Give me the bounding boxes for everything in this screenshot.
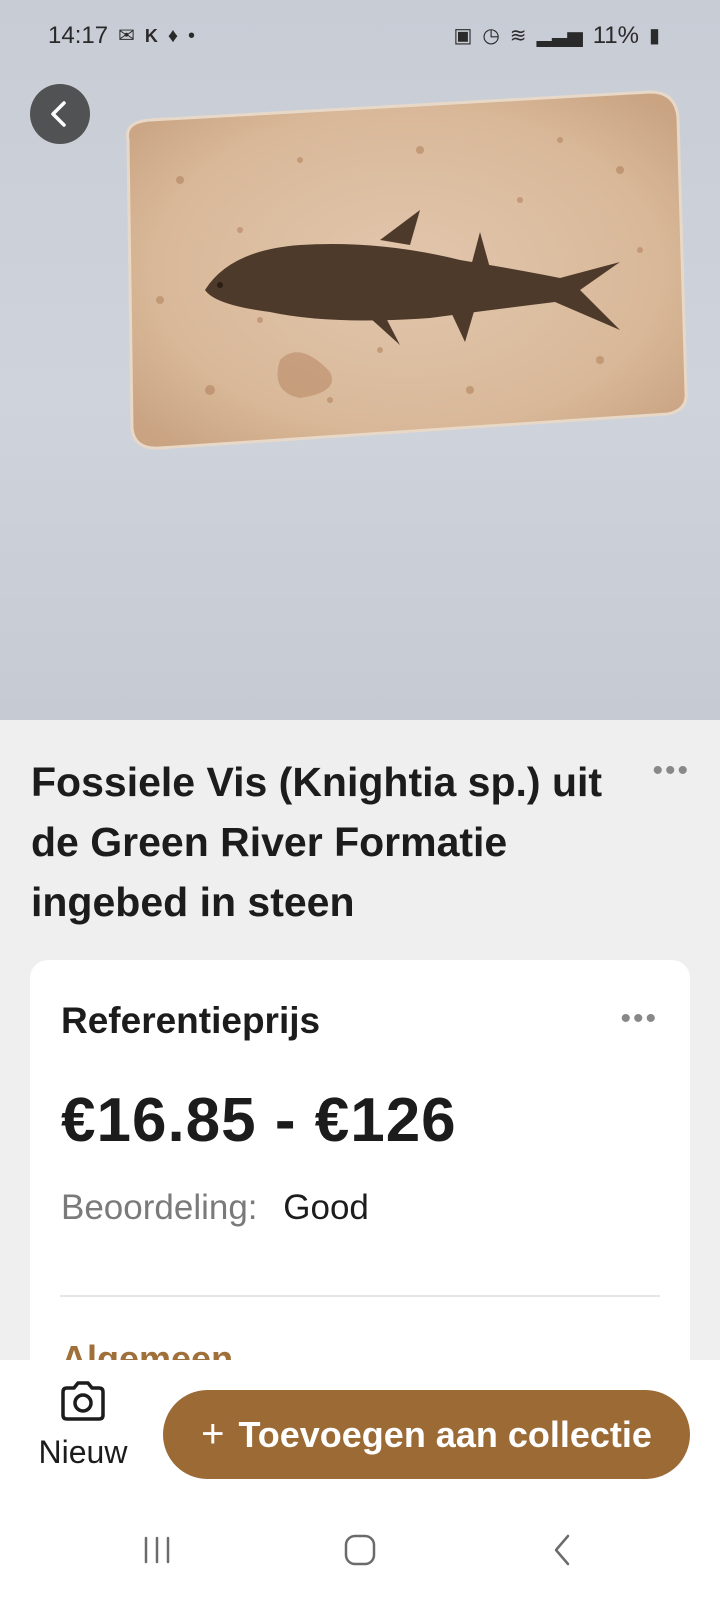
- action-bar: Nieuw + Toevoegen aan collectie: [0, 1360, 720, 1500]
- chevron-left-icon: [51, 101, 66, 127]
- wifi-icon: ≋: [509, 25, 527, 47]
- price-card-more-icon[interactable]: •••: [620, 1002, 658, 1036]
- signal-icon: ▂▃▅: [536, 25, 583, 47]
- new-label: Nieuw: [38, 1434, 128, 1470]
- divider: [60, 1295, 660, 1297]
- status-bar-left: 14:17 ✉ K ♦ •: [48, 22, 195, 50]
- back-icon[interactable]: [533, 1520, 593, 1580]
- camera-icon: [61, 1381, 105, 1421]
- home-icon[interactable]: [330, 1520, 390, 1580]
- status-bar: 14:17 ✉ K ♦ • ▣ ◷ ≋ ▂▃▅ 11% ▮: [0, 0, 720, 72]
- system-nav-bar: [0, 1500, 720, 1600]
- add-to-collection-label: Toevoegen aan collectie: [238, 1413, 652, 1455]
- clock: 14:17: [48, 22, 109, 49]
- battery-percent: 11%: [592, 22, 639, 49]
- recent-apps-icon[interactable]: [127, 1520, 187, 1580]
- fire-icon: ♦: [167, 25, 179, 47]
- fossil-photo: [125, 90, 688, 450]
- battery-icon: ▮: [648, 25, 660, 47]
- more-options-icon[interactable]: •••: [652, 754, 690, 788]
- price-card-heading: Referentieprijs: [61, 1000, 321, 1041]
- price-range: €16.85 - €126: [61, 1086, 457, 1155]
- dot-icon: •: [188, 25, 196, 47]
- status-bar-right: ▣ ◷ ≋ ▂▃▅ 11% ▮: [453, 22, 660, 50]
- plus-icon: +: [201, 1412, 225, 1456]
- back-button[interactable]: [30, 84, 90, 144]
- new-scan-button[interactable]: Nieuw: [24, 1380, 142, 1490]
- rating-row: Beoordeling: Good: [61, 1188, 369, 1228]
- price-card: Referentieprijs ••• €16.85 - €126 Beoord…: [30, 960, 690, 1410]
- item-title: Fossiele Vis (Knightia sp.) uit de Green…: [31, 759, 603, 925]
- alarm-icon: ◷: [482, 25, 500, 47]
- rating-label: Beoordeling:: [61, 1188, 258, 1227]
- gmail-icon: ✉: [118, 25, 135, 47]
- lock-icon: ▣: [453, 25, 473, 47]
- item-photo[interactable]: [0, 0, 720, 720]
- rating-value: Good: [283, 1188, 369, 1227]
- add-to-collection-button[interactable]: + Toevoegen aan collectie: [163, 1390, 690, 1479]
- k-icon: K: [144, 26, 158, 46]
